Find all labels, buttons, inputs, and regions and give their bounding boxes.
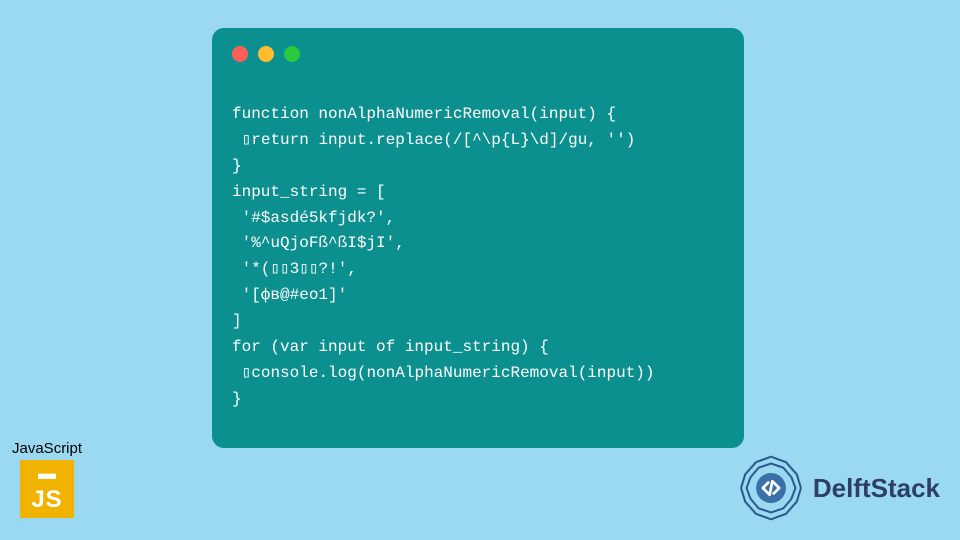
code-window: function nonAlphaNumericRemoval(input) {…: [212, 28, 744, 448]
code-line: ▯return input.replace(/[^\p{L}\d]/gu, ''…: [232, 131, 635, 149]
maximize-icon[interactable]: [284, 46, 300, 62]
code-line: ]: [232, 312, 242, 330]
minimize-icon[interactable]: [258, 46, 274, 62]
code-line: input_string = [: [232, 183, 386, 201]
code-line: for (var input of input_string) {: [232, 338, 549, 356]
javascript-badge: JavaScript ▬: [12, 440, 82, 518]
shield-icon: ▬: [26, 464, 68, 482]
close-icon[interactable]: [232, 46, 248, 62]
code-line: '%^uQjoFß^ßI$jI',: [232, 234, 405, 252]
code-line: '#$asdé5kfjdk?',: [232, 209, 395, 227]
code-line: '*(▯▯3▯▯?!',: [232, 260, 357, 278]
code-line: }: [232, 157, 242, 175]
code-block: function nonAlphaNumericRemoval(input) {…: [232, 76, 724, 439]
js-logo-icon: ▬: [20, 460, 74, 518]
code-line: ▯console.log(nonAlphaNumericRemoval(inpu…: [232, 364, 655, 382]
window-controls: [232, 46, 724, 62]
brand-name: DelftStack: [813, 473, 940, 504]
language-label: JavaScript: [12, 440, 82, 457]
code-line: function nonAlphaNumericRemoval(input) {: [232, 105, 616, 123]
code-line: }: [232, 390, 242, 408]
brand-logo-icon: [737, 454, 805, 522]
code-line: '[фв@#еo1]': [232, 286, 347, 304]
brand: DelftStack: [737, 454, 940, 522]
